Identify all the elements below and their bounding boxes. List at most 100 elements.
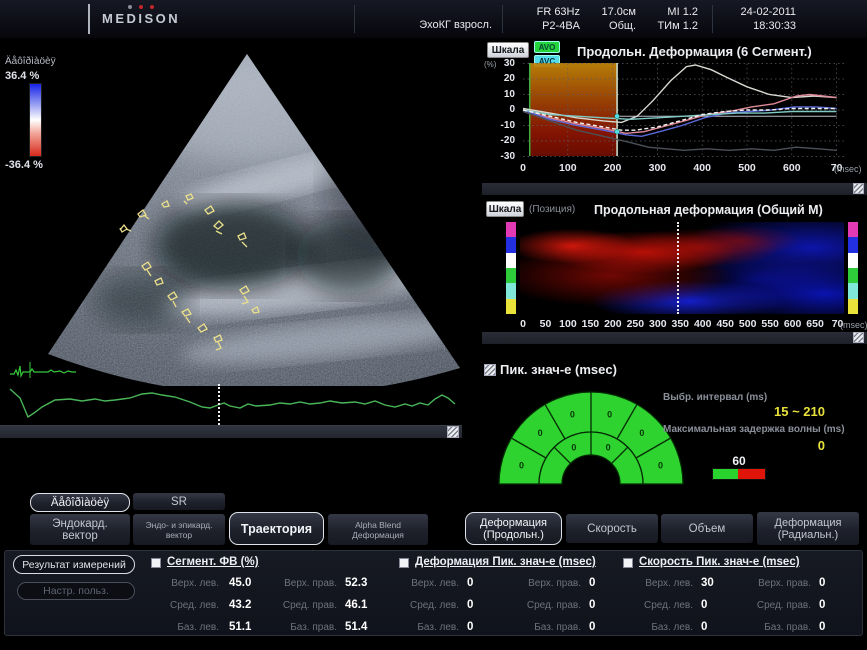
sr-mode-button[interactable]: SR xyxy=(133,493,225,510)
volume-button[interactable]: Объем xyxy=(661,514,753,543)
row-label: Баз. прав. xyxy=(509,622,581,633)
strain-colorbar xyxy=(29,83,42,157)
mmode-x-axis-unit: (msec) xyxy=(840,320,867,330)
ecg-frame-cursor[interactable] xyxy=(218,384,220,429)
colorbar-max-value: 36.4 % xyxy=(5,70,39,82)
strain-chart-panel: Шкала AVO AVC Продольн. Деформация (6 Се… xyxy=(482,40,867,182)
row-label: Верх. прав. xyxy=(267,578,337,589)
position-label: (Позиция) xyxy=(529,204,575,215)
segment-peak-value: 0 xyxy=(570,410,575,420)
bullseye-diagram[interactable]: 00000000 xyxy=(496,384,686,488)
ecg-strip[interactable] xyxy=(0,386,462,425)
row-value: 0 xyxy=(467,599,473,611)
segment-peak-value: 0 xyxy=(658,460,663,470)
peak-values-panel: Пик. знач-е (msec) 00000000 Выбр. интерв… xyxy=(482,346,867,492)
deformation-longitudinal-button[interactable]: Деформация (Продольн.) xyxy=(465,512,562,545)
row-value: 0 xyxy=(701,621,707,633)
topbar-separator xyxy=(502,5,503,33)
row-value: 52.3 xyxy=(345,577,367,589)
resize-icon[interactable] xyxy=(853,332,864,343)
brand-name: MEDISON xyxy=(102,11,180,26)
resize-icon[interactable] xyxy=(484,364,496,376)
resize-icon[interactable] xyxy=(447,426,459,438)
alpha-blend-deformation-button[interactable]: Alpha BlendДеформация xyxy=(328,514,428,545)
row-label: Баз. прав. xyxy=(267,622,337,633)
x-tick-label: 100 xyxy=(559,162,577,174)
depth-mode-field: 17.0смОбщ. xyxy=(588,5,636,33)
velocity-peak-header: Скорость Пик. знач-е (msec) xyxy=(639,556,800,568)
row-value: 0 xyxy=(467,621,473,633)
x-tick-label: 500 xyxy=(738,162,756,174)
strain-chart-title: Продольн. Деформация (6 Сегмент.) xyxy=(577,44,812,59)
row-label: Сред. лев. xyxy=(155,600,219,611)
row-label: Верх. лев. xyxy=(625,578,693,589)
scale-button[interactable]: Шкала xyxy=(487,42,529,58)
y-tick-label: -20 xyxy=(489,135,515,146)
velocity-peak-checkbox[interactable] xyxy=(623,558,633,568)
y-tick-label: -10 xyxy=(489,120,515,131)
endo-epicard-vector-button[interactable]: Эндо- и эпикард.вектор xyxy=(133,514,225,545)
row-label: Верх. прав. xyxy=(509,578,581,589)
y-tick-label: 30 xyxy=(489,58,515,69)
mmode-time-cursor[interactable] xyxy=(677,222,679,314)
trajectory-button[interactable]: Траектория xyxy=(229,512,324,545)
ultrasound-image-area[interactable]: Äåôîðìàöèÿ 36.4 % -36.4 % xyxy=(0,38,462,386)
delay-bar-value: 60 xyxy=(712,454,766,468)
row-label: Верх. прав. xyxy=(745,578,811,589)
measurement-result-button[interactable]: Результат измерений xyxy=(13,555,135,574)
ultrasound-sector[interactable] xyxy=(0,38,462,386)
row-label: Верх. лев. xyxy=(401,578,459,589)
strain-plot[interactable] xyxy=(518,62,850,158)
x-tick-label: 600 xyxy=(783,162,801,174)
x-tick-label: 300 xyxy=(649,162,667,174)
peak-values-title: Пик. знач-е (msec) xyxy=(500,362,617,377)
interval-label: Выбр. интервал (ms) xyxy=(663,392,767,403)
measurement-panel: Результат измерений Настр. польз. Сегмен… xyxy=(4,550,863,636)
avo-badge[interactable]: AVO xyxy=(534,41,560,53)
mmode-x-tick-label: 350 xyxy=(672,318,690,330)
row-label: Сред. прав. xyxy=(509,600,581,611)
mmode-colorbar-left xyxy=(506,222,516,314)
mmode-x-tick-label: 600 xyxy=(784,318,802,330)
row-value: 0 xyxy=(589,577,595,589)
row-label: Сред. прав. xyxy=(745,600,811,611)
mmode-x-tick-label: 250 xyxy=(627,318,645,330)
mmode-plot[interactable] xyxy=(520,222,844,314)
interval-value: 15 ~ 210 xyxy=(737,404,825,419)
x-tick-label: 400 xyxy=(693,162,711,174)
medison-logo-dots xyxy=(102,5,180,9)
row-value: 0 xyxy=(589,599,595,611)
row-value: 30 xyxy=(701,577,714,589)
row-label: Баз. лев. xyxy=(155,622,219,633)
mmode-x-tick-label: 550 xyxy=(761,318,779,330)
mmode-x-tick-label: 200 xyxy=(604,318,622,330)
selected-interval-region[interactable] xyxy=(530,63,617,156)
velocity-button[interactable]: Скорость xyxy=(566,514,658,543)
mmode-x-tick-label: 300 xyxy=(649,318,667,330)
resize-icon[interactable] xyxy=(853,183,864,194)
y-tick-label: 0 xyxy=(489,104,515,115)
colorbar-min-value: -36.4 % xyxy=(5,159,43,171)
x-tick-label: 0 xyxy=(520,162,526,174)
cine-scrollbar[interactable] xyxy=(0,425,462,438)
scale-button[interactable]: Шкала xyxy=(486,201,524,217)
mmode-title: Продольная деформация (Общий М) xyxy=(594,203,823,217)
row-label: Баз. лев. xyxy=(401,622,459,633)
ecg-icon xyxy=(8,360,80,380)
segment-peak-value: 0 xyxy=(639,428,644,438)
row-value: 43.2 xyxy=(229,599,251,611)
colorbar-label: Äåôîðìàöèÿ xyxy=(5,56,56,67)
segment-ef-checkbox[interactable] xyxy=(151,558,161,568)
deformation-peak-header: Деформация Пик. знач-е (msec) xyxy=(415,556,596,568)
y-tick-label: 20 xyxy=(489,73,515,84)
mmode-x-tick-label: 0 xyxy=(520,318,526,330)
row-value: 51.4 xyxy=(345,621,367,633)
deformation-mode-button[interactable]: Äåôîðìàöèÿ xyxy=(30,493,130,512)
deformation-peak-checkbox[interactable] xyxy=(399,558,409,568)
endocard-vector-button[interactable]: Эндокард.вектор xyxy=(30,514,130,545)
deformation-radial-button[interactable]: Деформация (Радиальн.) xyxy=(757,512,859,545)
row-value: 0 xyxy=(819,621,825,633)
segment-ef-header: Сегмент. ФВ (%) xyxy=(167,556,259,568)
panel-divider-strip xyxy=(482,183,867,195)
user-settings-button[interactable]: Настр. польз. xyxy=(17,582,135,600)
